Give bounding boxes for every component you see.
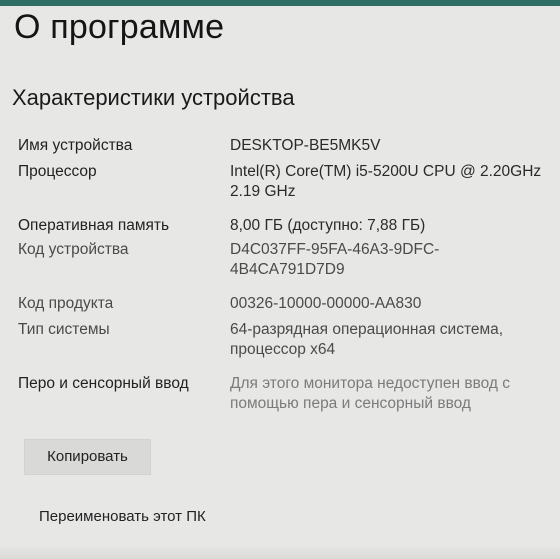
spec-row-ram: Оперативная память 8,00 ГБ (доступно: 7,…: [0, 216, 560, 236]
spec-row-pen-touch: Перо и сенсорный ввод Для этого монитора…: [0, 374, 560, 416]
processor-value: Intel(R) Core(TM) i5-5200U CPU @ 2.20GHz…: [230, 163, 542, 200]
device-specifications-heading: Характеристики устройства: [12, 85, 295, 110]
system-type-label: Тип системы: [18, 321, 110, 338]
page-title: О программе: [14, 8, 225, 46]
about-page: О программе Характеристики устройства Им…: [0, 0, 560, 559]
ram-label: Оперативная память: [18, 217, 170, 234]
spec-row-product-id: Код продукта 00326-10000-00000-AA830: [0, 294, 560, 314]
copy-button[interactable]: Копировать: [24, 439, 151, 475]
device-id-label: Код устройства: [18, 241, 129, 258]
ram-value: 8,00 ГБ (доступно: 7,88 ГБ): [230, 217, 426, 234]
system-type-value: 64-разрядная операционная система, проце…: [230, 321, 504, 358]
rename-pc-button[interactable]: Переименовать этот ПК: [24, 500, 232, 534]
product-id-value: 00326-10000-00000-AA830: [230, 295, 422, 312]
device-name-value: DESKTOP-BE5MK5V: [230, 137, 381, 154]
spec-row-device-name: Имя устройства DESKTOP-BE5MK5V: [0, 136, 560, 156]
spec-row-system-type: Тип системы 64-разрядная операционная си…: [0, 320, 560, 362]
pen-touch-label: Перо и сенсорный ввод: [18, 375, 189, 392]
spec-row-processor: Процессор Intel(R) Core(TM) i5-5200U CPU…: [0, 162, 560, 204]
pen-touch-value: Для этого монитора недоступен ввод с пом…: [230, 375, 511, 412]
device-id-value: D4C037FF-95FA-46A3-9DFC-4B4CA791D7D9: [230, 241, 440, 278]
device-name-label: Имя устройства: [18, 137, 133, 154]
bottom-shade: [0, 545, 560, 559]
product-id-label: Код продукта: [18, 295, 114, 312]
spec-row-device-id: Код устройства D4C037FF-95FA-46A3-9DFC-4…: [0, 240, 560, 282]
processor-label: Процессор: [18, 163, 97, 180]
